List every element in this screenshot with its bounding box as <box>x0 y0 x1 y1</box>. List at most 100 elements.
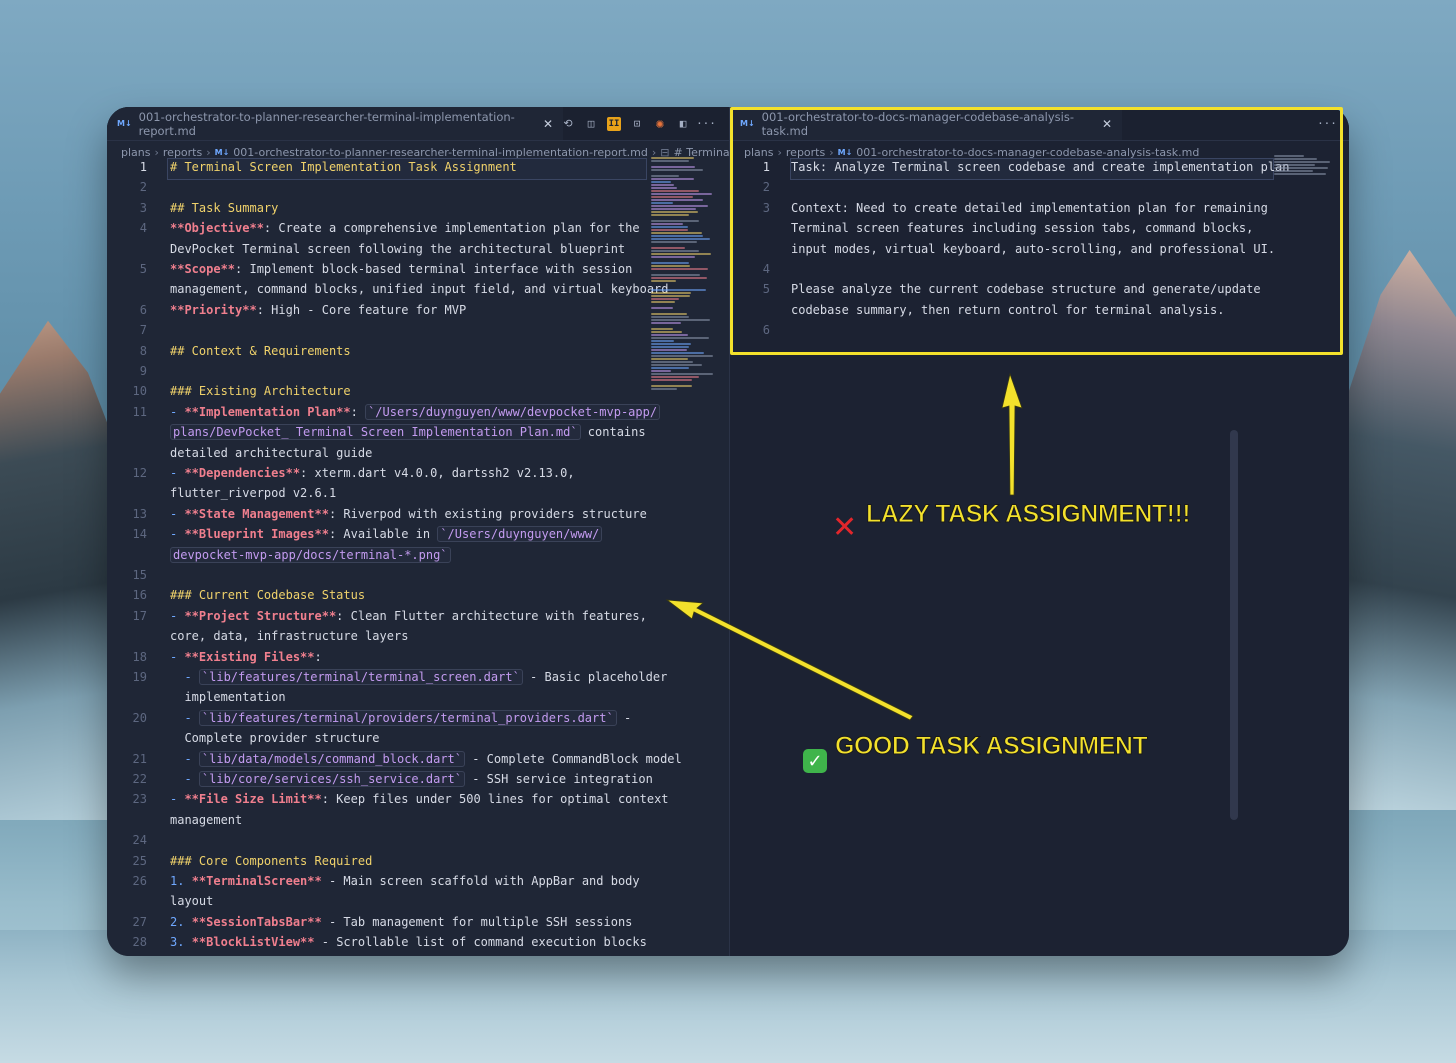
minimap-row <box>651 340 675 342</box>
code-line: - **Project Structure**: Clean Flutter a… <box>170 609 647 623</box>
code-token: - Complete CommandBlock model <box>465 751 682 766</box>
minimap-row <box>651 277 708 279</box>
minimap-row <box>651 229 689 231</box>
minimap-row <box>651 292 691 294</box>
compare-icon[interactable]: ◫ <box>584 117 598 131</box>
code-token: `lib/features/terminal/terminal_screen.d… <box>198 669 523 685</box>
minimap-row <box>651 241 698 243</box>
minimap-row <box>651 253 712 255</box>
more-icon[interactable]: ··· <box>696 117 716 131</box>
minimap-row <box>651 166 695 168</box>
line-number: 4 <box>139 221 147 236</box>
minimap-row <box>651 193 713 195</box>
minimap-row <box>651 205 708 207</box>
line-number: 3 <box>139 200 147 215</box>
minimap-row <box>651 364 703 366</box>
preview-icon[interactable]: ⊡ <box>630 117 644 131</box>
line-number: 5 <box>139 262 147 276</box>
left-editor-pane: M↓ 001-orchestrator-to-planner-researche… <box>107 107 729 956</box>
line-number: 16 <box>132 588 147 603</box>
code-line: 3. **BlockListView** - Scrollable list o… <box>170 935 647 949</box>
cross-icon: ✕ <box>832 510 858 545</box>
code-token: **Objective** <box>170 221 264 236</box>
minimap-row <box>651 373 713 375</box>
close-icon[interactable]: ✕ <box>543 117 553 131</box>
chevron-right-icon: › <box>206 145 211 159</box>
minimap[interactable] <box>651 157 715 457</box>
line-number: 2 <box>139 180 147 195</box>
code-token: : Keep files under 500 lines for optimal… <box>321 792 669 807</box>
code-line: - **State Management**: Riverpod with ex… <box>170 507 647 521</box>
minimap-row <box>651 256 695 258</box>
breadcrumb-file[interactable]: 001-orchestrator-to-planner-researcher-t… <box>233 146 648 159</box>
minimap-row <box>651 328 673 330</box>
minimap-row <box>651 367 689 369</box>
code-line: flutter_riverpod v2.6.1 <box>170 486 336 500</box>
line-number: 7 <box>139 323 147 338</box>
code-token: devpocket-mvp-app/docs/terminal-*.png` <box>170 546 451 563</box>
code-line: **Priority**: High - Core feature for MV… <box>170 303 466 317</box>
line-number: 19 <box>132 670 147 684</box>
minimap-row <box>651 298 680 300</box>
orange-app-icon[interactable]: II <box>607 116 621 131</box>
minimap-row <box>651 220 699 222</box>
minimap-row <box>651 355 713 357</box>
highlight-box <box>730 107 1343 355</box>
code-line: management <box>170 813 242 827</box>
code-token: - <box>170 527 185 542</box>
line-number: 24 <box>132 833 147 848</box>
code-token: - <box>170 792 185 807</box>
minimap-row <box>651 265 690 267</box>
tab-planner-report[interactable]: M↓ 001-orchestrator-to-planner-researche… <box>107 107 563 140</box>
code-token: - SSH service integration <box>465 772 653 786</box>
code-line: management, command blocks, unified inpu… <box>170 282 669 296</box>
minimap-row <box>651 301 675 303</box>
line-number: 9 <box>139 364 147 378</box>
minimap-row <box>651 388 678 390</box>
line-number: 1 <box>139 160 147 174</box>
code-line: layout <box>170 894 213 908</box>
code-token: DevPocket Terminal screen following the … <box>170 241 626 256</box>
line-number: 15 <box>132 568 147 582</box>
code-token: - <box>184 670 199 684</box>
code-token: # Terminal Screen Implementation Task As… <box>170 160 517 174</box>
code-token: : <box>350 404 366 419</box>
code-token: : High - Core feature for MVP <box>256 302 467 317</box>
minimap-row <box>651 190 699 192</box>
breadcrumb-plans[interactable]: plans <box>121 146 150 159</box>
code-token: : Riverpod with existing providers struc… <box>328 506 647 521</box>
code-token: contains <box>580 425 646 440</box>
minimap-row <box>651 175 680 177</box>
code-line: - `lib/core/services/ssh_service.dart` -… <box>170 771 653 787</box>
breadcrumb-reports[interactable]: reports <box>163 146 202 159</box>
minimap-row <box>651 379 693 381</box>
minimap-row <box>651 235 703 237</box>
claude-icon[interactable]: ✺ <box>653 116 667 132</box>
minimap-row <box>651 337 709 339</box>
split-icon[interactable]: ◧ <box>676 117 690 131</box>
minimap-row <box>651 274 701 276</box>
code-token: Complete provider structure <box>170 731 380 746</box>
markdown-icon: M↓ <box>214 147 230 157</box>
code-token: implementation <box>170 690 286 705</box>
code-token: ### Current Codebase Status <box>170 588 366 603</box>
code-line: - **Existing Files**: <box>170 650 322 664</box>
minimap-row <box>651 250 700 252</box>
code-token: - <box>170 404 185 419</box>
code-line: ## Context & Requirements <box>170 344 351 358</box>
code-token: ## Context & Requirements <box>170 343 351 358</box>
code-token: - Main screen scaffold with AppBar and b… <box>321 874 640 888</box>
scrollbar[interactable] <box>1230 430 1238 820</box>
code-line: detailed architectural guide <box>170 446 372 460</box>
code-token: **Blueprint Images** <box>184 527 329 542</box>
check-icon: ✓ <box>803 749 827 773</box>
code-line: **Objective**: Create a comprehensive im… <box>170 221 640 235</box>
chevron-right-icon: › <box>154 145 159 159</box>
history-icon[interactable]: ⟲ <box>561 117 575 131</box>
minimap-row <box>651 181 672 183</box>
code-token: **Existing Files** <box>184 649 315 664</box>
code-token: 3. <box>170 935 192 950</box>
minimap-row <box>651 343 691 345</box>
